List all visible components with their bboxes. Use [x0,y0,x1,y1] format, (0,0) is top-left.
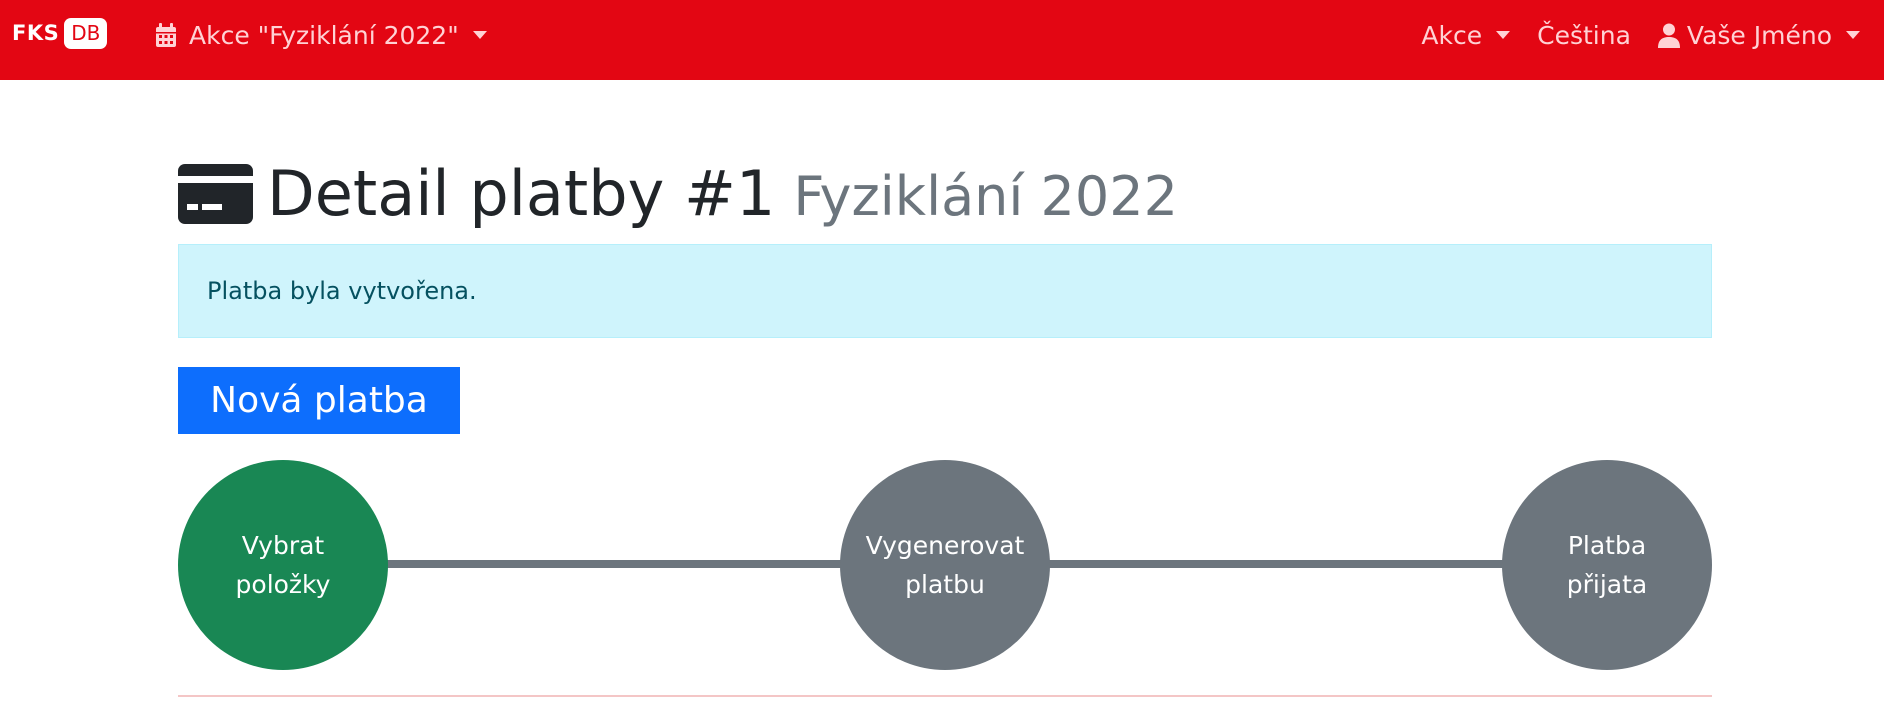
step-label-line2: platbu [905,570,985,599]
step-payment-received: Platba přijata [1502,460,1712,670]
events-menu-label: Akce [1421,20,1483,50]
language-label: Čeština [1537,20,1631,50]
language-switch[interactable]: Čeština [1537,21,1631,50]
step-label-line1: Platba [1567,531,1647,560]
step-connector [378,560,848,568]
payment-progress: Vybrat položky Vygenerovat platbu Platba… [178,460,1712,670]
calendar-icon [156,22,176,47]
step-select-items: Vybrat položky [178,460,388,670]
navbar-right: Akce Čeština Vaše Jméno [1421,18,1860,52]
divider [178,695,1712,697]
user-name: Vaše Jméno [1686,20,1832,50]
event-dropdown-label: Akce "Fyziklání 2022" [189,20,459,50]
chevron-down-icon [472,31,487,39]
page-heading: Detail platby #1 Fyziklání 2022 [178,156,1178,232]
step-label-line2: položky [235,570,331,599]
step-generate-payment: Vygenerovat platbu [840,460,1050,670]
chevron-down-icon [1846,31,1860,39]
brand-fks-text: FKS [12,21,60,45]
step-label-line1: Vygenerovat [865,531,1025,560]
events-menu[interactable]: Akce [1421,20,1511,50]
brand-logo[interactable]: FKS DB [12,16,108,50]
top-navbar: FKS DB Akce "Fyziklání 2022" Akce Češtin… [0,0,1884,80]
user-menu[interactable]: Vaše Jméno [1657,20,1860,50]
credit-card-icon [178,164,253,224]
chevron-down-icon [1496,31,1511,39]
new-payment-button[interactable]: Nová platba [178,367,460,434]
info-alert: Platba byla vytvořena. [178,244,1712,338]
brand-db-badge: DB [64,17,108,49]
step-label-line1: Vybrat [241,531,325,560]
page-subtitle: Fyziklání 2022 [793,165,1178,228]
step-connector [1038,560,1518,568]
user-icon [1657,23,1680,48]
alert-message: Platba byla vytvořena. [207,277,477,305]
step-label-line2: přijata [1566,570,1648,599]
page-title: Detail platby #1 [267,157,776,230]
event-dropdown[interactable]: Akce "Fyziklání 2022" [155,18,487,52]
